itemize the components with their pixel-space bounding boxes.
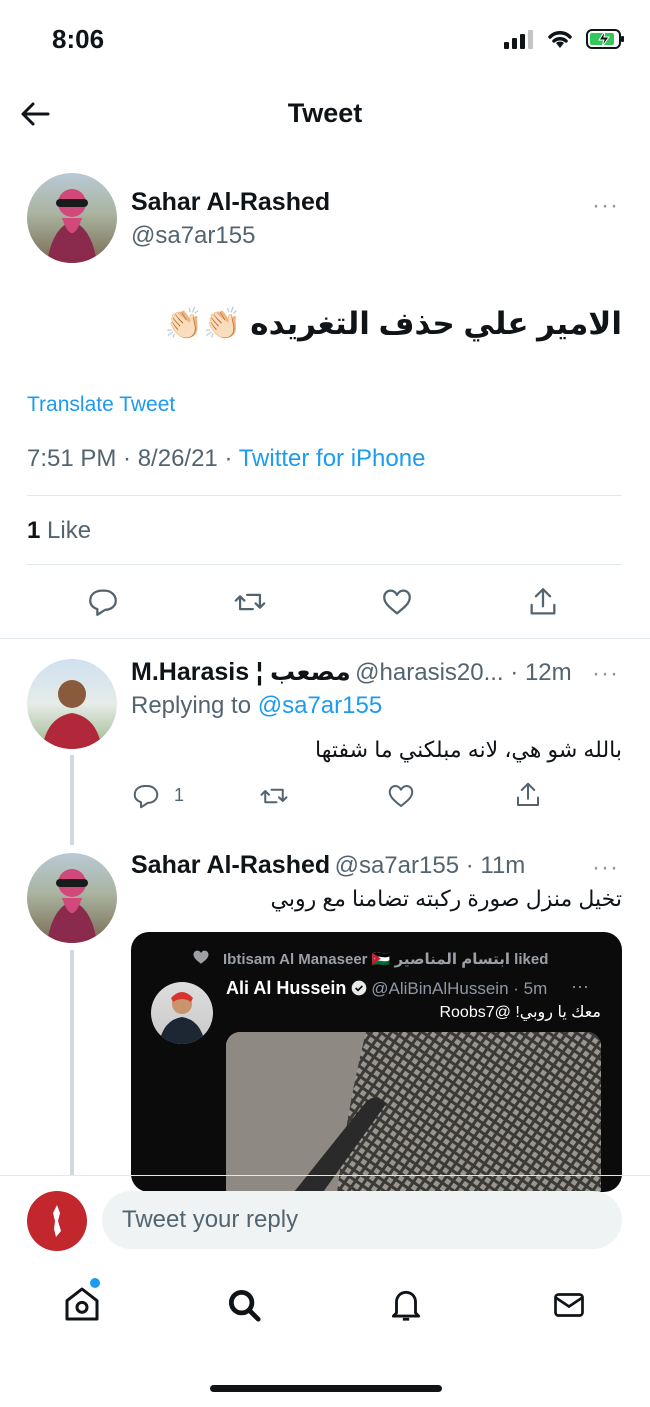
signal-icon <box>504 30 533 49</box>
more-icon[interactable]: ··· <box>592 854 619 882</box>
translate-tweet-link[interactable]: Translate Tweet <box>27 393 175 417</box>
liked-heart-icon <box>193 950 209 964</box>
tweet-source-link[interactable]: Twitter for iPhone <box>239 445 426 472</box>
wifi-icon <box>548 31 572 48</box>
avatar[interactable] <box>27 659 117 749</box>
search-icon[interactable] <box>225 1286 263 1324</box>
reply-header: Sahar Al-Rashed @sa7ar155 · 11m <box>131 851 525 880</box>
reply-input[interactable]: Tweet your reply <box>102 1191 622 1249</box>
embed-header: Ali Al Hussein @AliBinAlHussein · 5m <box>226 978 547 999</box>
divider <box>0 1175 650 1176</box>
messages-icon[interactable] <box>550 1287 588 1323</box>
reply-author-name[interactable]: M.Harasis ¦ مصعب <box>131 658 351 686</box>
home-indicator <box>210 1385 442 1392</box>
author-handle[interactable]: @sa7ar155 <box>131 222 255 250</box>
replying-to-handle[interactable]: @sa7ar155 <box>258 692 382 719</box>
divider <box>0 638 650 639</box>
more-icon: ··· <box>571 976 589 996</box>
reply-header: M.Harasis ¦ مصعب @harasis20... · 12m <box>131 657 572 687</box>
thread-line <box>70 755 74 845</box>
status-time: 8:06 <box>52 24 105 54</box>
avatar[interactable] <box>27 1191 87 1251</box>
likes-label: Like <box>40 517 92 544</box>
retweet-icon[interactable] <box>258 781 290 811</box>
home-icon[interactable] <box>62 1284 102 1324</box>
reply-author-handle[interactable]: @harasis20... <box>355 659 503 686</box>
timestamp-text: 7:51 PM · 8/26/21 · <box>27 445 239 472</box>
battery-icon <box>586 29 624 49</box>
reply-author-handle[interactable]: @sa7ar155 <box>335 852 459 879</box>
more-icon[interactable]: ··· <box>592 192 619 220</box>
like-icon[interactable] <box>380 585 414 619</box>
divider <box>27 564 622 565</box>
reply-time: · 12m <box>503 659 572 686</box>
reply-author-name[interactable]: Sahar Al-Rashed <box>131 851 330 879</box>
reply-text: بالله شو هي، لانه مبلكني ما شفتها <box>315 737 622 762</box>
reply-icon[interactable] <box>86 585 120 619</box>
embed-photo <box>226 1032 601 1192</box>
status-icons <box>504 28 626 50</box>
embed-author-name: Ali Al Hussein <box>226 978 347 998</box>
reply-text: تخيل منزل صورة ركبته تضامنا مع روبي <box>270 886 622 911</box>
divider <box>27 495 622 496</box>
like-icon[interactable] <box>386 781 416 811</box>
replying-to-label: Replying to <box>131 692 258 719</box>
avatar[interactable] <box>27 853 117 943</box>
likes-summary[interactable]: 1 Like <box>27 517 91 545</box>
reply-icon[interactable] <box>131 781 161 811</box>
share-icon[interactable] <box>526 584 560 620</box>
verified-badge-icon <box>351 980 367 996</box>
embedded-image[interactable]: Ibtisam Al Manaseer 🇯🇴 ابتسام المناصير l… <box>131 932 622 1192</box>
replying-to: Replying to @sa7ar155 <box>131 692 382 720</box>
page-title: Tweet <box>287 98 363 128</box>
retweet-icon[interactable] <box>232 585 268 619</box>
tweet-text: الامير علي حذف التغريده 👏🏻👏🏻 <box>164 306 623 341</box>
tweet-timestamp: 7:51 PM · 8/26/21 · Twitter for iPhone <box>27 445 425 473</box>
reply-count: 1 <box>174 785 185 805</box>
notification-dot <box>90 1278 100 1288</box>
embed-liked-by: Ibtisam Al Manaseer 🇯🇴 ابتسام المناصير l… <box>223 951 549 968</box>
author-name[interactable]: Sahar Al-Rashed <box>131 188 330 217</box>
reply-time: · 11m <box>459 852 526 879</box>
embed-text: معك يا روبي! @Roobs7 <box>439 1004 601 1021</box>
notifications-icon[interactable] <box>387 1285 425 1325</box>
more-icon[interactable]: ··· <box>592 660 619 688</box>
likes-count: 1 <box>27 517 41 544</box>
embed-author-handle: @AliBinAlHussein · 5m <box>371 979 548 998</box>
avatar[interactable] <box>27 173 117 263</box>
avatar <box>151 982 213 1044</box>
thread-line <box>70 950 74 1176</box>
share-icon[interactable] <box>513 779 543 811</box>
